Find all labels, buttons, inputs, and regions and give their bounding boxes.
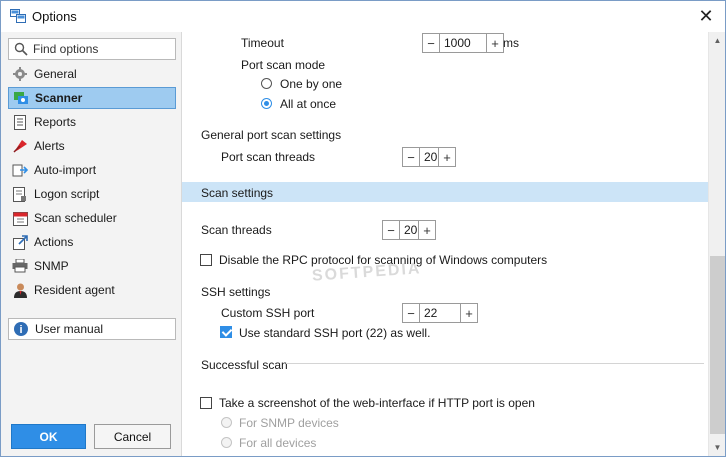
user-manual-button[interactable]: i User manual bbox=[8, 318, 176, 340]
close-button[interactable]: ✕ bbox=[687, 1, 725, 31]
chevron-down-icon: ▼ bbox=[713, 443, 722, 452]
successful-scan-divider bbox=[286, 363, 704, 364]
sidebar-item-label: SNMP bbox=[34, 259, 69, 273]
sidebar-item-scan-scheduler[interactable]: Scan scheduler bbox=[8, 207, 176, 229]
sidebar-item-scanner[interactable]: Scanner bbox=[8, 87, 176, 109]
report-icon bbox=[12, 114, 28, 130]
search-box[interactable] bbox=[8, 38, 176, 60]
cancel-button[interactable]: Cancel bbox=[94, 424, 171, 449]
port-scan-threads-stepper[interactable]: − 20 + bbox=[402, 147, 456, 167]
all-at-once-radio[interactable] bbox=[261, 98, 272, 109]
ok-button[interactable]: OK bbox=[11, 424, 86, 449]
ssh-port-increment-button[interactable]: + bbox=[461, 304, 477, 322]
search-icon bbox=[14, 42, 28, 56]
sidebar-item-snmp[interactable]: SNMP bbox=[8, 255, 176, 277]
sidebar-item-reports[interactable]: Reports bbox=[8, 111, 176, 133]
scan-threads-label: Scan threads bbox=[201, 223, 272, 237]
options-window: Options ✕ General Scanner bbox=[0, 0, 726, 457]
chevron-up-icon: ▲ bbox=[713, 36, 722, 45]
disable-rpc-checkbox[interactable] bbox=[200, 254, 212, 266]
sidebar-item-label: Reports bbox=[34, 115, 77, 129]
calendar-icon bbox=[12, 210, 28, 226]
search-input[interactable] bbox=[33, 39, 173, 59]
scroll-down-button[interactable]: ▼ bbox=[709, 439, 726, 456]
sidebar-item-resident-agent[interactable]: Resident agent bbox=[8, 279, 176, 301]
user-manual-label: User manual bbox=[35, 322, 104, 336]
vertical-scrollbar[interactable]: ▲ ▼ bbox=[708, 32, 725, 456]
sidebar-item-actions[interactable]: Actions bbox=[8, 231, 176, 253]
one-by-one-label: One by one bbox=[280, 77, 343, 91]
auto-import-icon bbox=[12, 162, 28, 178]
sidebar: General Scanner Reports Alerts Auto-impo… bbox=[1, 32, 182, 456]
ssh-port-decrement-button[interactable]: − bbox=[403, 304, 419, 322]
scan-threads-value[interactable]: 20 bbox=[399, 221, 419, 239]
timeout-decrement-button[interactable]: − bbox=[423, 34, 439, 52]
svg-text:i: i bbox=[19, 324, 22, 336]
port-scan-threads-label: Port scan threads bbox=[221, 150, 316, 164]
screenshot-label: Take a screenshot of the web-interface i… bbox=[219, 396, 535, 410]
help-icon: i bbox=[14, 322, 28, 336]
successful-scan-heading: Successful scan bbox=[201, 358, 288, 372]
sidebar-item-label: General bbox=[34, 67, 77, 81]
all-at-once-label: All at once bbox=[280, 97, 337, 111]
custom-ssh-port-stepper[interactable]: − 22 + bbox=[402, 303, 478, 323]
sidebar-item-label: Alerts bbox=[34, 139, 65, 153]
all-devices-radio[interactable] bbox=[221, 437, 232, 448]
port-scan-mode-label: Port scan mode bbox=[241, 58, 326, 72]
timeout-label: Timeout bbox=[241, 36, 284, 50]
sidebar-item-auto-import[interactable]: Auto-import bbox=[8, 159, 176, 181]
close-icon: ✕ bbox=[698, 5, 714, 26]
gear-icon bbox=[12, 66, 28, 82]
use-standard-ssh-checkbox[interactable] bbox=[220, 326, 232, 338]
sidebar-item-alerts[interactable]: Alerts bbox=[8, 135, 176, 157]
sidebar-item-label: Logon script bbox=[34, 187, 100, 201]
scan-threads-decrement-button[interactable]: − bbox=[383, 221, 399, 239]
timeout-value[interactable]: 1000 bbox=[439, 34, 487, 52]
snmp-devices-label: For SNMP devices bbox=[239, 416, 339, 430]
ssh-port-value[interactable]: 22 bbox=[419, 304, 461, 322]
alert-flag-icon bbox=[12, 138, 28, 154]
screenshot-checkbox[interactable] bbox=[200, 397, 212, 409]
scan-settings-band: Scan settings bbox=[182, 182, 708, 202]
all-devices-label: For all devices bbox=[239, 436, 317, 450]
scroll-thumb[interactable] bbox=[710, 256, 725, 434]
actions-icon bbox=[12, 234, 28, 250]
timeout-increment-button[interactable]: + bbox=[487, 34, 503, 52]
sidebar-item-label: Actions bbox=[34, 235, 74, 249]
timeout-unit: ms bbox=[503, 36, 519, 50]
scroll-up-button[interactable]: ▲ bbox=[709, 32, 726, 49]
sidebar-item-label: Auto-import bbox=[34, 163, 97, 177]
port-threads-increment-button[interactable]: + bbox=[439, 148, 455, 166]
app-icon bbox=[10, 9, 26, 23]
port-threads-decrement-button[interactable]: − bbox=[403, 148, 419, 166]
scan-threads-stepper[interactable]: − 20 + bbox=[382, 220, 436, 240]
scan-settings-heading: Scan settings bbox=[201, 186, 274, 200]
title-bar: Options ✕ bbox=[1, 1, 725, 32]
one-by-one-radio[interactable] bbox=[261, 78, 272, 89]
scanner-icon bbox=[13, 90, 29, 106]
sidebar-item-label: Scan scheduler bbox=[34, 211, 117, 225]
window-title: Options bbox=[32, 9, 77, 24]
port-threads-value[interactable]: 20 bbox=[419, 148, 439, 166]
sidebar-item-general[interactable]: General bbox=[8, 63, 176, 85]
general-port-scan-heading: General port scan settings bbox=[201, 128, 342, 142]
settings-panel: Timeout − 1000 + ms Port scan mode One b… bbox=[182, 32, 708, 456]
ssh-settings-heading: SSH settings bbox=[201, 285, 271, 299]
sidebar-item-logon-script[interactable]: Logon script bbox=[8, 183, 176, 205]
snmp-devices-radio[interactable] bbox=[221, 417, 232, 428]
script-icon bbox=[12, 186, 28, 202]
printer-icon bbox=[12, 258, 28, 274]
use-standard-ssh-label: Use standard SSH port (22) as well. bbox=[239, 326, 431, 340]
agent-icon bbox=[12, 282, 28, 298]
scan-threads-increment-button[interactable]: + bbox=[419, 221, 435, 239]
timeout-stepper[interactable]: − 1000 + bbox=[422, 33, 504, 53]
sidebar-item-label: Resident agent bbox=[34, 283, 115, 297]
sidebar-item-label: Scanner bbox=[35, 91, 83, 105]
custom-ssh-port-label: Custom SSH port bbox=[221, 306, 315, 320]
